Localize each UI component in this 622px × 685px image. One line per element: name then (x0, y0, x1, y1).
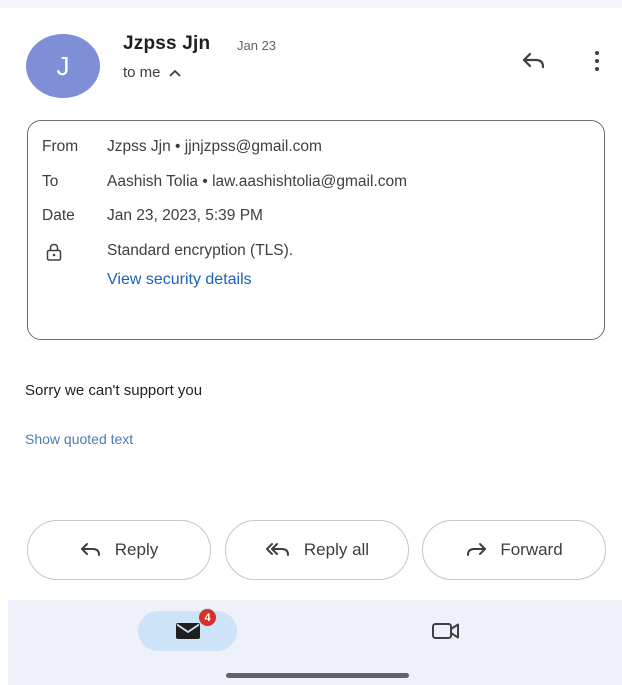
forward-icon (467, 543, 487, 556)
nav-mail-tab[interactable]: 4 (138, 608, 237, 651)
home-indicator[interactable] (226, 673, 409, 678)
sender-name: Jzpss Jjn (123, 33, 211, 54)
date-label: Date (42, 207, 75, 224)
lock-icon (46, 243, 62, 261)
reply-all-button[interactable]: Reply all (225, 520, 409, 580)
view-security-details-link[interactable]: View security details (107, 271, 252, 289)
sender-avatar[interactable]: J (26, 34, 100, 98)
avatar-letter: J (56, 50, 70, 81)
message-body: Sorry we can't support you (25, 382, 203, 399)
forward-button[interactable]: Forward (422, 520, 606, 580)
date-value: Jan 23, 2023, 5:39 PM (107, 207, 263, 224)
nav-meet-tab[interactable] (426, 616, 466, 646)
reply-button[interactable]: Reply (27, 520, 211, 580)
reply-all-label: Reply all (303, 540, 370, 559)
from-value: Jzpss Jjn • jjnjzpss@gmail.com (107, 138, 322, 155)
more-vert-icon (595, 51, 599, 55)
reply-label: Reply (114, 540, 159, 559)
reply-icon (522, 52, 545, 69)
message-date: Jan 23 (237, 38, 277, 53)
message-details-panel: From Jzpss Jjn • jjnjzpss@gmail.com To A… (27, 120, 605, 340)
to-label: To (42, 173, 59, 190)
forward-label: Forward (500, 540, 563, 559)
reply-icon-button[interactable] (517, 44, 551, 78)
reply-icon (80, 543, 100, 556)
bottom-navigation: 4 (8, 600, 622, 685)
to-value: Aashish Tolia • law.aashishtolia@gmail.c… (107, 173, 408, 190)
mail-icon (175, 623, 200, 639)
to-me-label: to me (123, 64, 161, 81)
recipient-toggle[interactable]: to me (123, 64, 181, 81)
chevron-up-icon (168, 69, 181, 77)
reply-all-icon (265, 543, 289, 556)
more-options-button[interactable] (584, 44, 610, 78)
video-camera-icon (432, 623, 459, 639)
encryption-text: Standard encryption (TLS). (107, 242, 294, 259)
status-bar-area (0, 0, 622, 8)
mail-unread-badge: 4 (198, 608, 217, 627)
show-quoted-text-link[interactable]: Show quoted text (25, 431, 133, 447)
from-label: From (42, 138, 79, 155)
